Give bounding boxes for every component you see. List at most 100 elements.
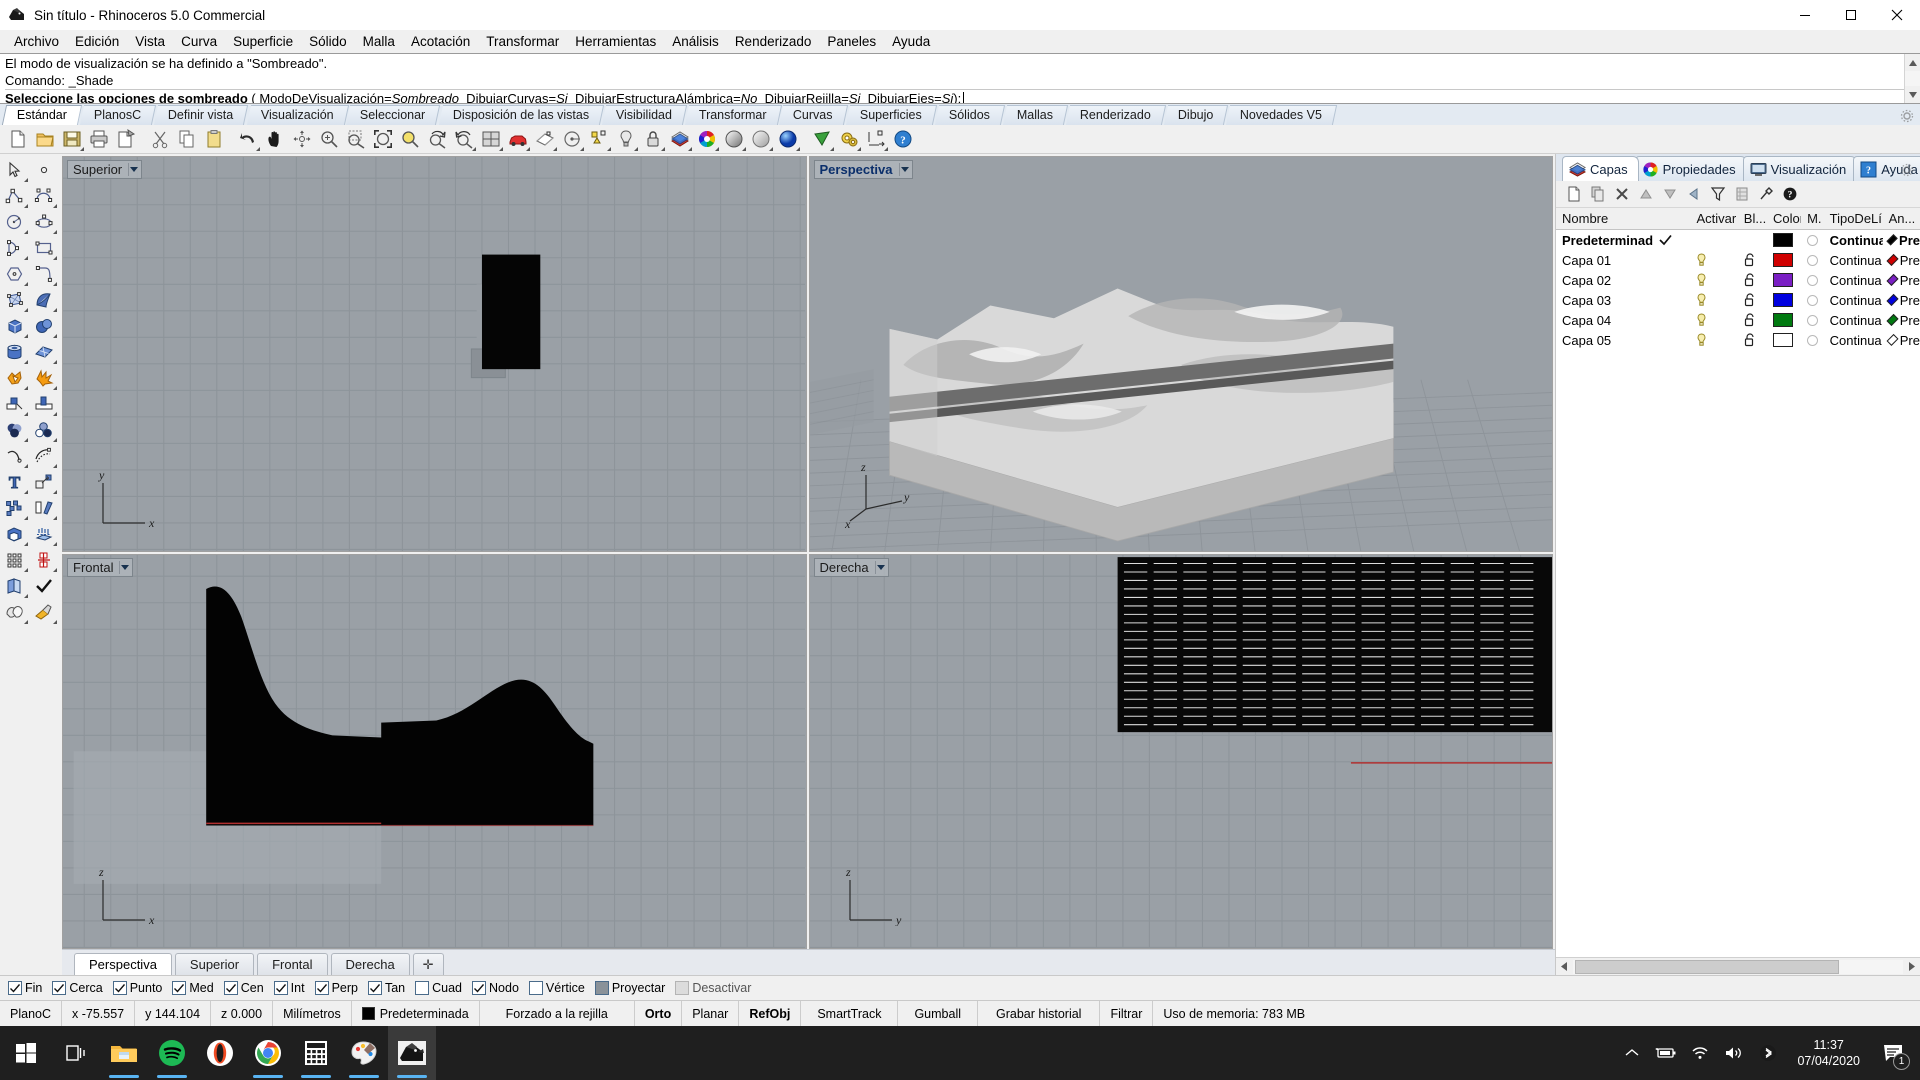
layer-material-button[interactable] [1801,294,1824,306]
box-icon[interactable] [0,313,29,339]
flyout-arrow-icon[interactable] [499,147,503,151]
split-icon[interactable] [29,391,58,417]
layer-color-swatch[interactable] [1767,293,1801,307]
menu-transformar[interactable]: Transformar [478,32,567,51]
viewport-layout-icon[interactable] [478,126,504,152]
flyout-arrow-icon[interactable] [53,230,57,234]
toolbar-tab-superficies[interactable]: Superficies [845,105,938,125]
table-row[interactable]: Capa 02 Continua Pre [1556,270,1920,290]
flyout-arrow-icon[interactable] [53,568,57,572]
checkbox[interactable] [52,981,67,995]
osnap-punto[interactable]: Punto [112,981,162,995]
flyout-arrow-icon[interactable] [53,334,57,338]
layer-visibility-toggle[interactable] [1690,312,1737,328]
status-smarttrack[interactable]: SmartTrack [801,1001,899,1026]
osnap-cuad[interactable]: Cuad [415,981,462,995]
layer-sheet-icon[interactable] [1730,183,1754,205]
layers-horizontal-scrollbar[interactable] [1556,957,1920,975]
current-layer-check-icon[interactable] [1653,234,1690,247]
status-current-layer[interactable]: Predeterminada [352,1001,480,1026]
layer-visibility-toggle[interactable] [1690,252,1737,268]
object-snap-icon[interactable] [586,126,612,152]
select-arrow-icon[interactable] [0,157,29,183]
zoom-dynamic-icon[interactable] [424,126,450,152]
previous-icon[interactable] [1682,183,1706,205]
taskbar-opera[interactable] [196,1026,244,1080]
render-shaded-icon[interactable] [721,126,747,152]
option-dibujar-curvas[interactable]: DibujarCurvas=Si [466,91,568,103]
option-modo-visualizacion[interactable]: ModoDeVisualización=Sombreado [259,91,459,103]
layer-lock-toggle[interactable] [1738,293,1767,307]
checkbox[interactable] [273,981,288,995]
lock-icon[interactable] [640,126,666,152]
table-row[interactable]: Capa 01 Continua Pre [1556,250,1920,270]
surface-loft-icon[interactable] [29,287,58,313]
viewport-tab-frontal[interactable]: Frontal [257,953,328,975]
toolbar-tab-mallas[interactable]: Mallas [1002,105,1069,125]
taskbar-clock[interactable]: 11:37 07/04/2020 [1785,1037,1872,1069]
chevron-down-icon[interactable] [128,163,139,176]
menu-archivo[interactable]: Archivo [6,32,67,51]
flyout-arrow-icon[interactable] [24,386,28,390]
viewport-tab-perspectiva[interactable]: Perspectiva [74,953,172,975]
toolbar-tab-disposicion-vistas[interactable]: Disposición de las vistas [438,105,604,125]
layer-color-swatch[interactable] [1767,313,1801,327]
flyout-arrow-icon[interactable] [24,230,28,234]
flyout-arrow-icon[interactable] [53,360,57,364]
layer-linetype[interactable]: Continua [1824,333,1883,348]
layer-material-button[interactable] [1801,234,1824,246]
col-color[interactable]: Color [1767,211,1801,226]
menu-vista[interactable]: Vista [127,32,173,51]
grid-array-icon[interactable] [0,547,29,573]
boolean-intersect-icon[interactable] [29,417,58,443]
undo-icon[interactable] [235,126,261,152]
copy-to-clipboard-icon[interactable] [113,126,139,152]
flyout-arrow-icon[interactable] [661,147,665,151]
chevron-down-icon[interactable] [898,163,910,176]
status-snap[interactable]: Forzado a la rejilla [480,1001,635,1026]
rectangle-icon[interactable] [29,235,58,261]
save-icon[interactable] [59,126,85,152]
layer-print-width[interactable]: Pre [1883,293,1920,308]
layer-material-button[interactable] [1801,254,1824,266]
mirror-icon[interactable] [29,495,58,521]
layer-color-swatch[interactable] [1767,253,1801,267]
circle-icon[interactable] [0,209,29,235]
checkbox[interactable] [223,981,238,995]
scroll-left-icon[interactable] [1556,959,1573,975]
flyout-arrow-icon[interactable] [24,308,28,312]
scroll-thumb[interactable] [1575,959,1839,974]
status-z-coordinate[interactable]: z 0.000 [211,1001,274,1026]
zoom-window-icon[interactable] [343,126,369,152]
flyout-arrow-icon[interactable] [53,620,57,624]
layer-linetype[interactable]: Continua [1824,253,1883,268]
col-activar[interactable]: Activar [1690,211,1737,226]
unroll-surface-icon[interactable] [0,573,29,599]
flyout-arrow-icon[interactable] [24,282,28,286]
offset-curve-icon[interactable] [0,443,29,469]
flyout-arrow-icon[interactable] [24,542,28,546]
right-viewport-label[interactable]: Derecha [813,557,889,577]
flyout-arrow-icon[interactable] [24,568,28,572]
render-material-icon[interactable] [29,599,58,625]
render-icon[interactable] [775,126,801,152]
chevron-up-icon[interactable] [1615,1026,1649,1080]
cap-holes-icon[interactable] [0,521,29,547]
help-icon[interactable]: ? [890,126,916,152]
layer-linetype[interactable]: Continua [1824,293,1883,308]
checkbox[interactable] [367,981,382,995]
checkbox[interactable] [528,981,543,995]
layer-lock-toggle[interactable] [1738,333,1767,347]
task-view-button[interactable] [52,1026,100,1080]
flyout-arrow-icon[interactable] [80,147,84,151]
flyout-arrow-icon[interactable] [53,282,57,286]
flyout-arrow-icon[interactable] [742,147,746,151]
layer-name[interactable]: Capa 05 [1556,333,1653,348]
layer-print-width[interactable]: Pre [1883,253,1920,268]
taskbar-rhinoceros[interactable] [388,1026,436,1080]
table-row[interactable]: Capa 05 Continua Pre [1556,330,1920,350]
toolbar-tab-planosc[interactable]: PlanosC [79,105,157,125]
surface-from-points-icon[interactable] [0,287,29,313]
scale-icon[interactable] [29,469,58,495]
flyout-arrow-icon[interactable] [634,147,638,151]
